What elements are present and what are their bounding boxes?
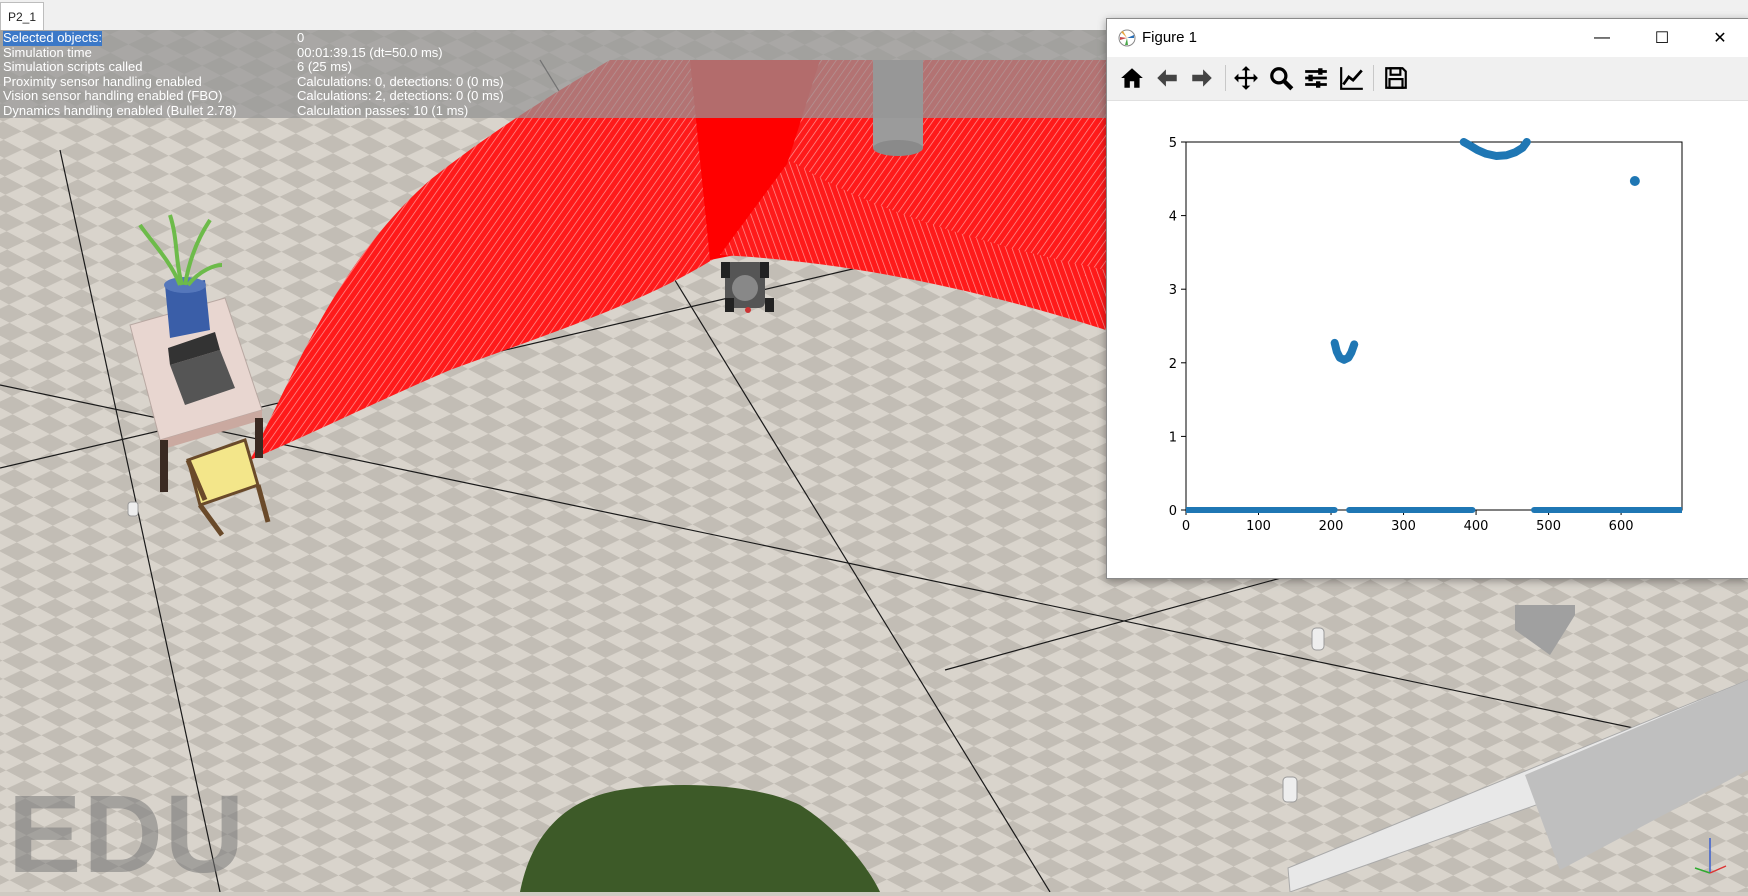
figure-toolbar	[1107, 57, 1748, 101]
x-tick-label: 300	[1391, 519, 1416, 534]
x-tick-label: 100	[1246, 519, 1271, 534]
info-value-dynamics: Calculation passes: 10 (1 ms)	[297, 102, 469, 118]
axis-gizmo-icon	[1694, 838, 1727, 874]
pan-icon[interactable]	[1229, 61, 1263, 95]
configure-subplots-icon[interactable]	[1299, 61, 1333, 95]
info-label-vision: Vision sensor handling enabled (FBO)	[3, 88, 223, 103]
figure-window[interactable]: Figure 1 — ☐ ✕ 0 100 200 300 400 500 600…	[1106, 18, 1748, 579]
edu-watermark: EDU	[8, 773, 247, 896]
home-icon[interactable]	[1115, 61, 1149, 95]
scene-tab[interactable]: P2_1	[0, 2, 44, 30]
info-label-proximity: Proximity sensor handling enabled	[3, 73, 202, 89]
info-value-scripts: 6 (25 ms)	[297, 59, 352, 74]
info-value-simtime: 00:01:39.15 (dt=50.0 ms)	[297, 44, 443, 60]
toolbar-separator	[1373, 65, 1374, 91]
info-label-selected: Selected objects:	[3, 30, 103, 46]
x-tick-label: 0	[1182, 519, 1190, 534]
simulation-info-overlay: Selected objects: 0 Simulation time 00:0…	[0, 30, 1108, 118]
forward-icon[interactable]	[1185, 61, 1219, 95]
x-tick-label: 600	[1609, 519, 1634, 534]
x-tick-label: 500	[1536, 519, 1561, 534]
x-tick-label: 200	[1319, 519, 1344, 534]
y-tick-label: 2	[1169, 357, 1177, 372]
info-value-vision: Calculations: 2, detections: 0 (0 ms)	[297, 88, 504, 103]
info-value-proximity: Calculations: 0, detections: 0 (0 ms)	[297, 73, 504, 89]
scatter-plot[interactable]: 0 100 200 300 400 500 600 0 1 2 3 4 5	[1107, 101, 1747, 577]
zoom-icon[interactable]	[1264, 61, 1298, 95]
y-tick-label: 5	[1169, 136, 1177, 151]
y-tick-label: 3	[1169, 283, 1177, 298]
edit-axis-icon[interactable]	[1335, 61, 1369, 95]
info-label-simtime: Simulation time	[3, 44, 92, 60]
figure-title: Figure 1	[1142, 29, 1198, 46]
x-tick-label: 400	[1464, 519, 1489, 534]
back-icon[interactable]	[1150, 61, 1184, 95]
matplotlib-app-icon	[1118, 29, 1136, 47]
plot-axes-frame	[1185, 141, 1683, 511]
info-value-selected: 0	[297, 30, 305, 45]
y-tick-label: 1	[1169, 430, 1177, 445]
info-label-dynamics: Dynamics handling enabled (Bullet 2.78)	[3, 102, 237, 118]
y-tick-label: 4	[1169, 210, 1177, 225]
save-icon[interactable]	[1379, 61, 1413, 95]
y-tick-label: 0	[1169, 504, 1177, 519]
data-point	[1629, 176, 1640, 187]
minimize-button[interactable]: —	[1573, 19, 1631, 57]
close-button[interactable]: ✕	[1691, 19, 1748, 57]
figure-titlebar[interactable]: Figure 1 — ☐ ✕	[1107, 19, 1748, 57]
info-label-scripts: Simulation scripts called	[3, 59, 143, 74]
maximize-button[interactable]: ☐	[1633, 19, 1691, 57]
toolbar-separator	[1225, 65, 1226, 91]
